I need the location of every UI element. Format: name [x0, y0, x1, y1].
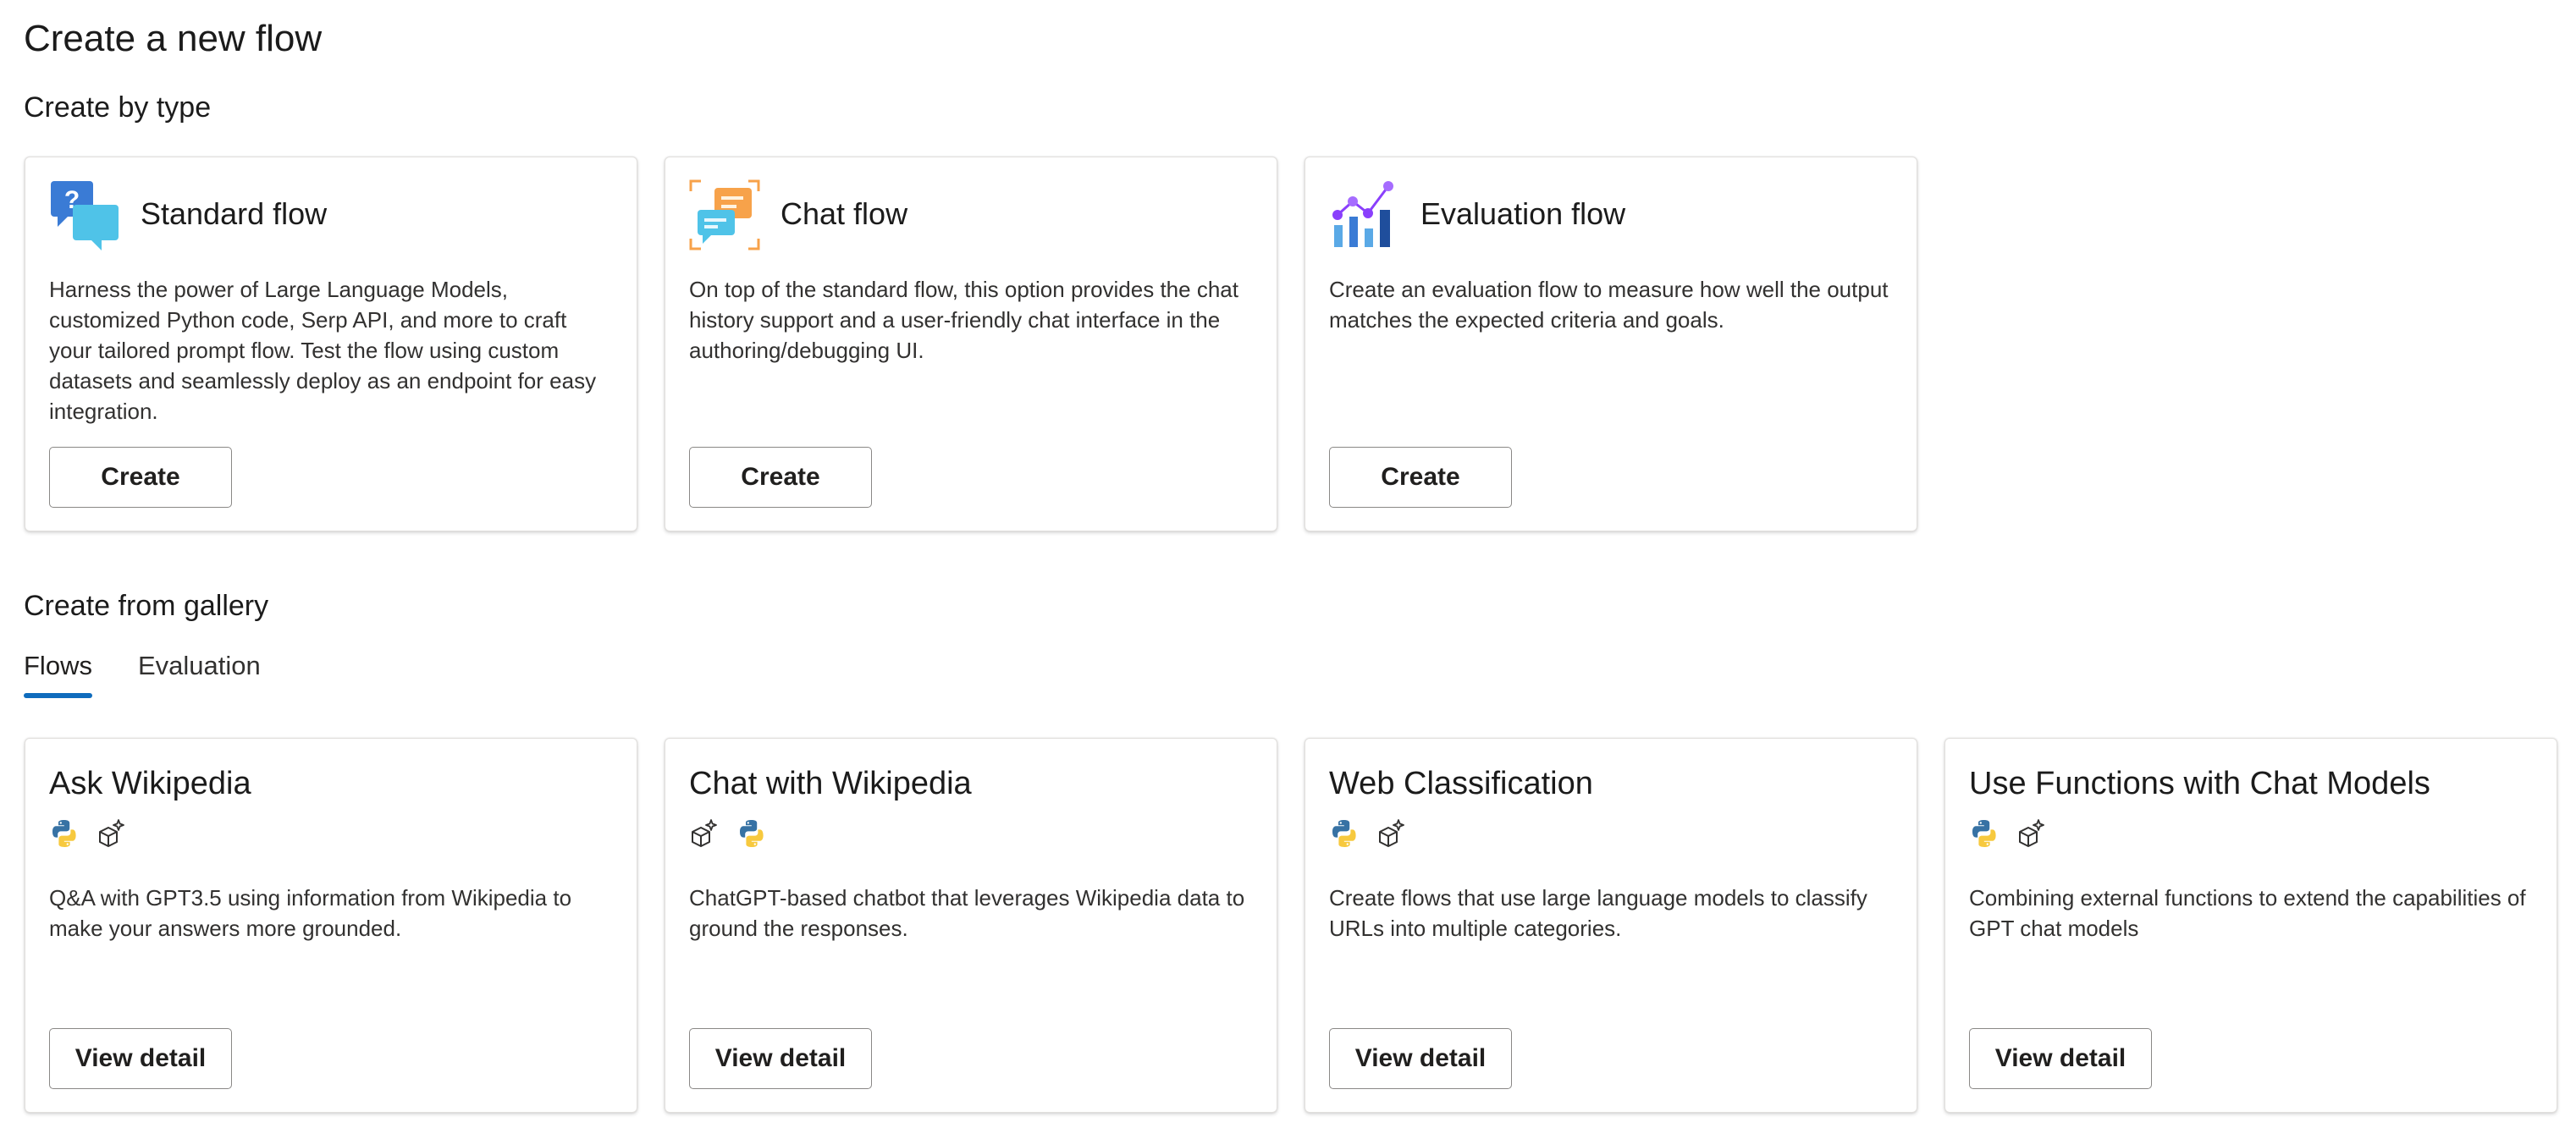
card-title: Web Classification [1329, 766, 1593, 801]
gallery-card-chat-with-wikipedia: Chat with Wikipedia ChatGPT-based chatbo… [665, 738, 1277, 1113]
view-detail-button[interactable]: View detail [1969, 1028, 2152, 1089]
card-description: Q&A with GPT3.5 using information from W… [49, 885, 572, 941]
card-title: Chat flow [781, 196, 908, 231]
card-description: ChatGPT-based chatbot that leverages Wik… [689, 885, 1245, 941]
gallery-card-web-classification: Web Classification Create flows that use… [1305, 738, 1917, 1113]
card-description: Create flows that use large language mod… [1329, 885, 1867, 941]
create-by-type-heading: Create by type [24, 91, 212, 124]
create-evaluation-flow-button[interactable]: Create [1329, 447, 1512, 508]
card-title: Chat with Wikipedia [689, 766, 972, 801]
badge-row [1329, 818, 1407, 849]
python-icon [736, 818, 767, 849]
badge-row [689, 818, 767, 849]
evaluation-flow-card: Evaluation flow Create an evaluation flo… [1305, 157, 1917, 531]
gallery-card-ask-wikipedia: Ask Wikipedia Q&A with GPT3.5 using info… [25, 738, 637, 1113]
card-title: Standard flow [141, 196, 328, 231]
badge-row [49, 818, 127, 849]
evaluation-flow-icon [1329, 179, 1400, 250]
chat-flow-card: Chat flow On top of the standard flow, t… [665, 157, 1277, 531]
card-title: Ask Wikipedia [49, 766, 251, 801]
tab-evaluation[interactable]: Evaluation [138, 647, 261, 698]
python-icon [49, 818, 80, 849]
python-icon [1329, 818, 1360, 849]
sparkle-cube-icon [97, 818, 127, 849]
card-title: Evaluation flow [1420, 196, 1626, 231]
standard-flow-icon: ? [49, 179, 120, 250]
badge-row [1969, 818, 2047, 849]
card-description: On top of the standard flow, this option… [689, 277, 1238, 363]
card-description: Create an evaluation flow to measure how… [1329, 277, 1889, 333]
view-detail-button[interactable]: View detail [689, 1028, 872, 1089]
gallery-card-use-functions-with-chat-models: Use Functions with Chat Models Combining… [1944, 738, 2557, 1113]
sparkle-cube-icon [689, 818, 720, 849]
create-flow-page: Create a new flow Create by type ? Stand… [0, 0, 2576, 1128]
sparkle-cube-icon [2016, 818, 2047, 849]
card-description: Harness the power of Large Language Mode… [49, 277, 597, 424]
standard-flow-card: ? Standard flow Harness the power of Lar… [25, 157, 637, 531]
page-title: Create a new flow [24, 18, 323, 59]
python-icon [1969, 818, 2000, 849]
tab-flows[interactable]: Flows [24, 647, 92, 698]
create-from-gallery-heading: Create from gallery [24, 590, 269, 622]
view-detail-button[interactable]: View detail [49, 1028, 232, 1089]
view-detail-button[interactable]: View detail [1329, 1028, 1512, 1089]
card-title: Use Functions with Chat Models [1969, 766, 2430, 801]
gallery-tabs: Flows Evaluation [24, 647, 261, 698]
create-chat-flow-button[interactable]: Create [689, 447, 872, 508]
card-description: Combining external functions to extend t… [1969, 885, 2526, 941]
create-standard-flow-button[interactable]: Create [49, 447, 232, 508]
sparkle-cube-icon [1376, 818, 1407, 849]
chat-flow-icon [689, 179, 760, 250]
